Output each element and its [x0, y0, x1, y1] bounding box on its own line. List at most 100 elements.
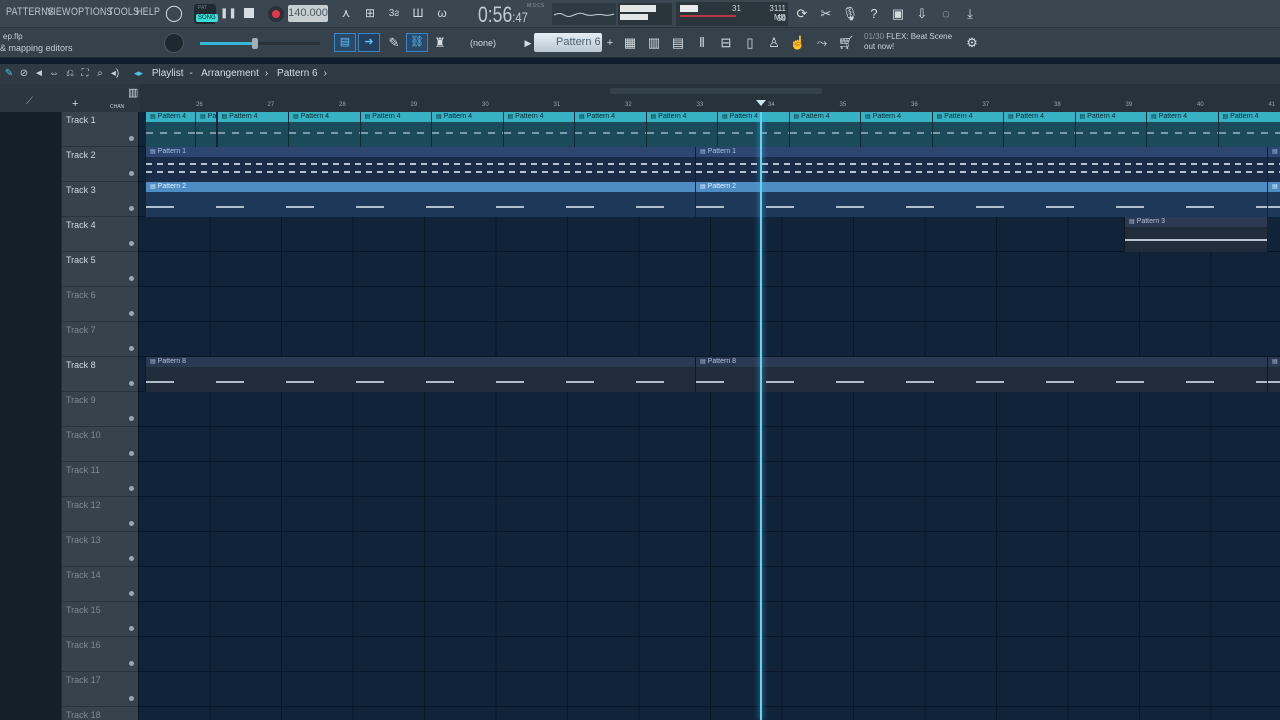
track-lane[interactable]: [138, 462, 1280, 497]
pause-icon[interactable]: ❚❚: [220, 4, 237, 24]
track-mute-led[interactable]: [129, 626, 134, 631]
track-lane[interactable]: [138, 392, 1280, 427]
export-icon[interactable]: ⇩: [912, 4, 932, 23]
track-lane[interactable]: [138, 497, 1280, 532]
track-lane[interactable]: [138, 637, 1280, 672]
help-icon[interactable]: ?: [864, 4, 884, 23]
track-header[interactable]: Track 18: [62, 707, 138, 720]
track-mute-led[interactable]: [129, 276, 134, 281]
pattern-clip[interactable]: Pattern 4: [359, 112, 431, 147]
touch-icon[interactable]: ☝: [788, 33, 808, 53]
channel-rack-icon[interactable]: ▥: [644, 33, 664, 53]
track-lane[interactable]: [138, 602, 1280, 637]
track-header[interactable]: Track 9: [62, 392, 138, 427]
pattern-song-toggle[interactable]: PAT SONG: [194, 4, 218, 24]
track-mute-led[interactable]: [129, 416, 134, 421]
pattern-clip[interactable]: Pattern 4: [1146, 112, 1218, 147]
master-volume-knob[interactable]: [164, 33, 184, 53]
browser-icon[interactable]: ▯: [740, 33, 760, 53]
cpu-monitor[interactable]: 31 3111 MB 59: [676, 2, 788, 26]
track-header[interactable]: Track 7: [62, 322, 138, 357]
pattern-clip[interactable]: Pattern 4: [195, 112, 216, 147]
record-button[interactable]: [268, 6, 284, 22]
undo-icon[interactable]: ⟳: [792, 4, 812, 23]
oscilloscope[interactable]: [552, 3, 616, 25]
piano-roll-icon[interactable]: ▤: [668, 33, 688, 53]
gear-icon[interactable]: ⚙: [962, 33, 982, 53]
playlist-icon[interactable]: ▦: [620, 33, 640, 53]
metronome-icon[interactable]: ⋏: [336, 4, 356, 23]
pattern-clip[interactable]: Pattern 2: [145, 182, 695, 217]
track-header[interactable]: Track 1: [62, 112, 138, 147]
pattern-clip[interactable]: Pattern 8: [1267, 357, 1280, 392]
mic-icon[interactable]: 🎙︎: [840, 4, 860, 23]
track-mute-led[interactable]: [129, 521, 134, 526]
pattern-clip[interactable]: Pattern 4: [1074, 112, 1146, 147]
pattern-clip[interactable]: Pattern 4: [860, 112, 932, 147]
track-header[interactable]: Track 11: [62, 462, 138, 497]
track-lane[interactable]: [138, 252, 1280, 287]
menu-options[interactable]: OPTIONS: [71, 6, 113, 18]
pattern-clip[interactable]: Pattern 1: [145, 147, 695, 182]
track-lane[interactable]: [138, 532, 1280, 567]
link-icon[interactable]: ⛓: [406, 33, 428, 52]
playback-tool-icon[interactable]: ◂): [109, 68, 121, 80]
pencil-icon[interactable]: ⟋: [26, 96, 33, 107]
menu-help[interactable]: HELP: [136, 6, 160, 18]
pattern-clip[interactable]: Pattern 4: [717, 112, 789, 147]
time-format-label[interactable]: M:S:CS: [527, 3, 544, 9]
stop-button[interactable]: [244, 8, 254, 18]
channel-icon[interactable]: ⊟: [716, 33, 736, 53]
pattern-clip[interactable]: Pattern 4: [288, 112, 360, 147]
horizontal-scrollbar[interactable]: [610, 88, 822, 94]
track-lane[interactable]: [138, 217, 1280, 252]
wait-input-icon[interactable]: ⊞: [360, 4, 380, 23]
step-edit-icon[interactable]: Ш: [408, 4, 428, 23]
snap-selector[interactable]: (none): [470, 36, 514, 50]
timeline-ruler[interactable]: 26 27 28 29 30 31 32 33 34 35 36 37 38 39 40 41: [140, 84, 1280, 112]
track-mute-led[interactable]: [129, 241, 134, 246]
pattern-clip[interactable]: Pattern 2: [695, 182, 1267, 217]
menu-view[interactable]: VIEW: [47, 6, 71, 18]
track-mute-led[interactable]: [129, 661, 134, 666]
cut-icon[interactable]: ✂: [816, 4, 836, 23]
slice-tool-icon[interactable]: ⎌: [64, 68, 76, 80]
pattern-clip[interactable]: Pattern 4: [216, 112, 288, 147]
playlist-grid[interactable]: Pattern 4Pattern 4Pattern 4Pattern 4Patt…: [138, 112, 1280, 720]
delete-tool-icon[interactable]: ⊘: [18, 68, 30, 80]
track-mute-led[interactable]: [129, 591, 134, 596]
track-mute-led[interactable]: [129, 311, 134, 316]
menu-tools[interactable]: TOOLS: [108, 6, 139, 18]
track-header[interactable]: Track 4: [62, 217, 138, 252]
track-lane[interactable]: [138, 322, 1280, 357]
track-header[interactable]: Track 13: [62, 532, 138, 567]
track-lane[interactable]: [138, 567, 1280, 602]
draw-tool-icon[interactable]: ✎: [3, 68, 15, 80]
track-mute-led[interactable]: [129, 346, 134, 351]
zoom-tool-icon[interactable]: ⌕: [94, 68, 106, 80]
pattern-clip[interactable]: Pattern 8: [145, 357, 695, 392]
master-pitch-slider[interactable]: [200, 38, 320, 49]
track-mute-led[interactable]: [129, 451, 134, 456]
countdown-icon[interactable]: 3ƨ: [384, 4, 404, 23]
track-lane[interactable]: [138, 707, 1280, 720]
track-mute-led[interactable]: [129, 171, 134, 176]
track-header[interactable]: Track 14: [62, 567, 138, 602]
chat-icon[interactable]: ◌: [936, 4, 956, 23]
pattern-clip[interactable]: Pattern 4: [788, 112, 860, 147]
pattern-clip[interactable]: Pattern 4: [431, 112, 503, 147]
pattern-clip[interactable]: Pattern 4: [1003, 112, 1075, 147]
tempo-tap-icon[interactable]: ⤳: [812, 33, 832, 53]
typing-keyboard-icon[interactable]: ♜: [430, 33, 450, 53]
track-mute-led[interactable]: [129, 206, 134, 211]
save-icon[interactable]: ▣: [888, 4, 908, 23]
playhead-marker-icon[interactable]: [756, 100, 766, 106]
pattern-clip[interactable]: Pattern 3: [1124, 217, 1267, 252]
track-header[interactable]: Track 6: [62, 287, 138, 322]
breadcrumb[interactable]: ◂▸ Playlist - Arrangement › Pattern 6 ›: [134, 68, 333, 79]
snap-arrow-icon[interactable]: ➜: [358, 33, 380, 52]
metronome-knob-icon[interactable]: ◯: [164, 4, 184, 23]
track-mute-led[interactable]: [129, 381, 134, 386]
playlist-view-icon[interactable]: ▤: [334, 33, 356, 52]
track-lane[interactable]: [138, 427, 1280, 462]
